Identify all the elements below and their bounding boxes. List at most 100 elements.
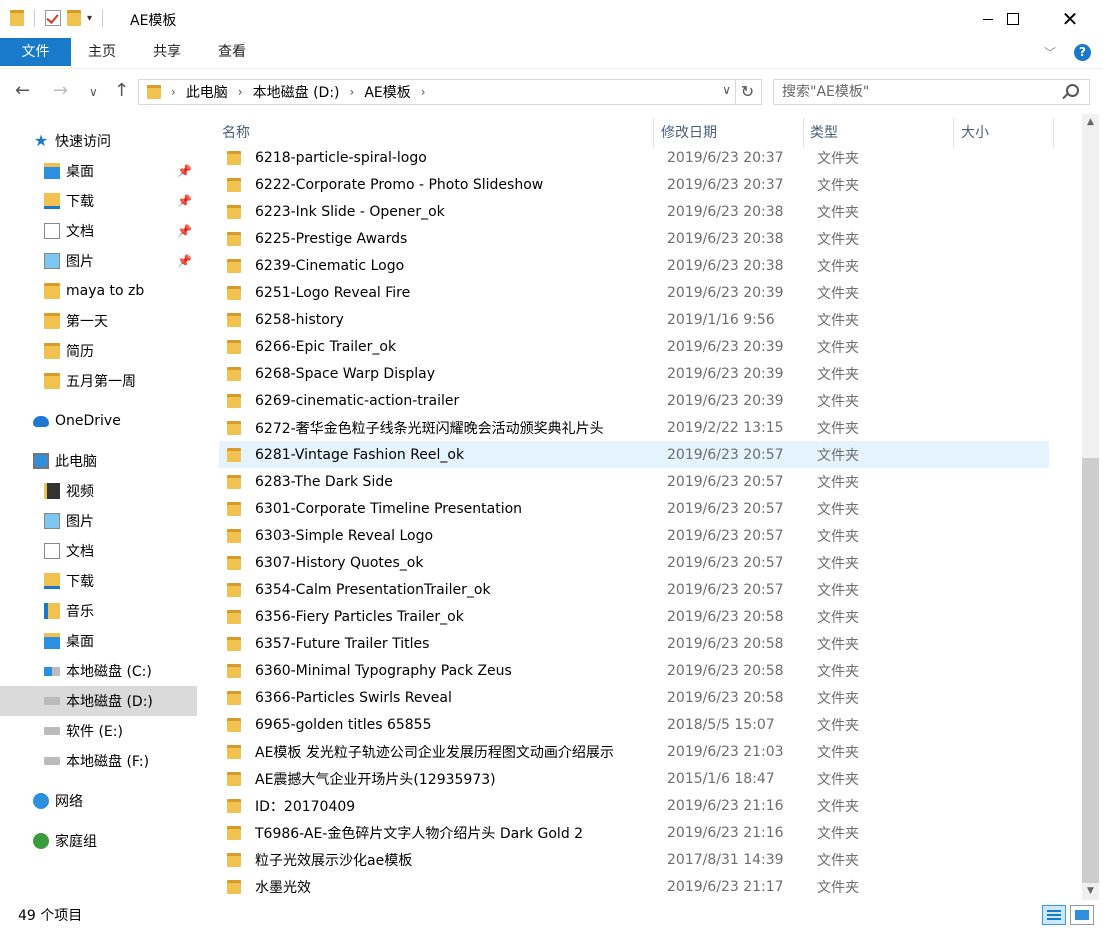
breadcrumb-this-pc[interactable]: 此电脑 (186, 82, 228, 102)
windows-drive-icon (44, 666, 60, 676)
maximize-button[interactable] (990, 0, 1036, 38)
breadcrumb-separator-icon[interactable]: › (350, 85, 355, 99)
scrollbar-thumb[interactable] (1082, 458, 1099, 883)
nav-onedrive[interactable]: OneDrive (0, 406, 197, 436)
file-row[interactable]: 6258-history 2019/1/16 9:56 文件夹 (219, 306, 1049, 333)
file-row[interactable]: 粒子光效展示沙化ae模板 2017/8/31 14:39 文件夹 (219, 846, 1049, 873)
nav-drive-d[interactable]: 本地磁盘 (D:) (0, 686, 197, 716)
file-row[interactable]: 6356-Fiery Particles Trailer_ok 2019/6/23… (219, 603, 1049, 630)
back-arrow-icon[interactable]: ← (15, 80, 30, 101)
nav-videos[interactable]: 视频 (0, 476, 197, 506)
forward-arrow-icon[interactable]: → (53, 80, 68, 101)
nav-label: 文档 (66, 224, 94, 240)
nav-documents-pinned[interactable]: 文档 📌 (0, 216, 197, 246)
file-row[interactable]: 6239-Cinematic Logo 2019/6/23 20:38 文件夹 (219, 252, 1049, 279)
nav-desktop[interactable]: 桌面 (0, 626, 197, 656)
file-row[interactable]: T6986-AE-金色碎片文字人物介绍片头 Dark Gold 2 2019/6/… (219, 819, 1049, 846)
tab-view[interactable]: 查看 (218, 38, 246, 66)
file-row[interactable]: 6268-Space Warp Display 2019/6/23 20:39 文件… (219, 360, 1049, 387)
file-row[interactable]: 水墨光效 2019/6/23 21:17 文件夹 (219, 873, 1049, 900)
nav-drive-e[interactable]: 软件 (E:) (0, 716, 197, 746)
nav-downloads[interactable]: 下载 (0, 566, 197, 596)
file-type: 文件夹 (817, 528, 859, 545)
nav-desktop-pinned[interactable]: 桌面 📌 (0, 156, 197, 186)
file-row[interactable]: AE震撼大气企业开场片头(12935973) 2015/1/6 18:47 文件夹 (219, 765, 1049, 792)
ribbon-controls: ﹀ ? (1044, 44, 1091, 61)
new-folder-icon[interactable] (67, 10, 81, 26)
breadcrumb-separator-icon[interactable]: › (238, 85, 243, 99)
file-row[interactable]: 6366-Particles Swirls Reveal 2019/6/23 20… (219, 684, 1049, 711)
file-row[interactable]: 6303-Simple Reveal Logo 2019/6/23 20:57 文件… (219, 522, 1049, 549)
breadcrumb-separator-icon[interactable]: › (171, 85, 176, 99)
customize-toolbar-dropdown-icon[interactable]: ▾ (87, 13, 92, 24)
address-bar[interactable]: › 此电脑 › 本地磁盘 (D:) › AE模板 › ∨ ↻ (138, 79, 762, 105)
nav-pictures-pinned[interactable]: 图片 📌 (0, 246, 197, 276)
nav-resume[interactable]: 简历 (0, 336, 197, 366)
file-row[interactable]: 6283-The Dark Side 2019/6/23 20:57 文件夹 (219, 468, 1049, 495)
nav-maya-to-zb[interactable]: maya to zb (0, 276, 197, 306)
expand-ribbon-chevron-icon[interactable]: ﹀ (1044, 44, 1056, 61)
nav-drive-f[interactable]: 本地磁盘 (F:) (0, 746, 197, 776)
up-arrow-icon[interactable]: ↑ (114, 80, 129, 101)
documents-folder-icon (44, 223, 60, 239)
tab-home[interactable]: 主页 (88, 38, 116, 66)
search-icon[interactable] (1066, 84, 1079, 97)
folder-icon (10, 10, 24, 26)
scroll-up-arrow-icon[interactable]: ▲ (1082, 114, 1099, 131)
nav-may-week-one[interactable]: 五月第一周 (0, 366, 197, 396)
file-row[interactable]: 6965-golden titles 65855 2018/5/5 15:07 文件… (219, 711, 1049, 738)
details-view-button[interactable] (1042, 905, 1066, 925)
pin-icon[interactable]: 📌 (177, 224, 192, 238)
search-input[interactable] (782, 80, 1062, 104)
file-row[interactable]: 6272-奢华金色粒子线条光斑闪耀晚会活动颁奖典礼片头 2019/2/22 13:… (219, 414, 1049, 441)
file-row[interactable]: 6360-Minimal Typography Pack Zeus 2019/6/… (219, 657, 1049, 684)
file-row[interactable]: 6222-Corporate Promo - Photo Slideshow 20… (219, 171, 1049, 198)
file-row[interactable]: 6357-Future Trailer Titles 2019/6/23 20:5… (219, 630, 1049, 657)
file-row[interactable]: 6269-cinematic-action-trailer 2019/6/23 2… (219, 387, 1049, 414)
file-list: ^ 名称 修改日期 类型 大小 6218-particle-spiral-log… (212, 114, 1082, 900)
file-row[interactable]: 6225-Prestige Awards 2019/6/23 20:38 文件夹 (219, 225, 1049, 252)
nav-network[interactable]: 网络 (0, 786, 197, 816)
nav-day-one[interactable]: 第一天 (0, 306, 197, 336)
tab-file[interactable]: 文件 (0, 38, 71, 66)
file-row[interactable]: 6251-Logo Reveal Fire 2019/6/23 20:39 文件夹 (219, 279, 1049, 306)
vertical-scrollbar[interactable]: ▲ ▼ (1082, 114, 1099, 900)
properties-checkbox-icon[interactable] (45, 10, 61, 26)
file-row[interactable]: 6281-Vintage Fashion Reel_ok 2019/6/23 20… (219, 441, 1049, 468)
nav-this-pc[interactable]: 此电脑 (0, 446, 197, 476)
file-row[interactable]: 6218-particle-spiral-logo 2019/6/23 20:37… (219, 144, 1049, 171)
file-row[interactable]: 6301-Corporate Timeline Presentation 2019… (219, 495, 1049, 522)
file-name: 6222-Corporate Promo - Photo Slideshow (255, 176, 544, 193)
breadcrumb-drive-d[interactable]: 本地磁盘 (D:) (253, 82, 340, 102)
large-icons-view-button[interactable] (1070, 905, 1094, 925)
nav-homegroup[interactable]: 家庭组 (0, 826, 197, 856)
breadcrumb-ae-templates[interactable]: AE模板 (364, 82, 410, 102)
recent-locations-chevron-icon[interactable]: ∨ (89, 85, 98, 99)
nav-downloads-pinned[interactable]: 下载 📌 (0, 186, 197, 216)
file-row[interactable]: 6307-History Quotes_ok 2019/6/23 20:57 文件夹 (219, 549, 1049, 576)
refresh-icon[interactable]: ↻ (735, 80, 759, 104)
close-button[interactable]: ✕ (1047, 0, 1093, 38)
address-history-chevron-icon[interactable]: ∨ (722, 83, 731, 97)
column-divider[interactable] (1053, 118, 1054, 148)
breadcrumb-separator-icon[interactable]: › (421, 85, 426, 99)
file-type: 文件夹 (817, 393, 859, 410)
nav-documents[interactable]: 文档 (0, 536, 197, 566)
file-row[interactable]: 6266-Epic Trailer_ok 2019/6/23 20:39 文件夹 (219, 333, 1049, 360)
tab-share[interactable]: 共享 (153, 38, 181, 66)
pin-icon[interactable]: 📌 (177, 164, 192, 178)
file-row[interactable]: 6354-Calm PresentationTrailer_ok 2019/6/2… (219, 576, 1049, 603)
search-box[interactable] (773, 79, 1090, 105)
pin-icon[interactable]: 📌 (177, 254, 192, 268)
pin-icon[interactable]: 📌 (177, 194, 192, 208)
file-row[interactable]: AE模板 发光粒子轨迹公司企业发展历程图文动画介绍展示 2019/6/23 21:… (219, 738, 1049, 765)
scroll-down-arrow-icon[interactable]: ▼ (1082, 883, 1099, 900)
nav-pictures[interactable]: 图片 (0, 506, 197, 536)
nav-music[interactable]: 音乐 (0, 596, 197, 626)
file-date: 2019/6/23 20:39 (667, 365, 784, 382)
file-row[interactable]: 6223-Ink Slide - Opener_ok 2019/6/23 20:3… (219, 198, 1049, 225)
file-row[interactable]: ID：20170409 2019/6/23 21:16 文件夹 (219, 792, 1049, 819)
help-icon[interactable]: ? (1074, 44, 1091, 61)
nav-quick-access[interactable]: ★ 快速访问 (0, 126, 197, 156)
nav-drive-c[interactable]: 本地磁盘 (C:) (0, 656, 197, 686)
